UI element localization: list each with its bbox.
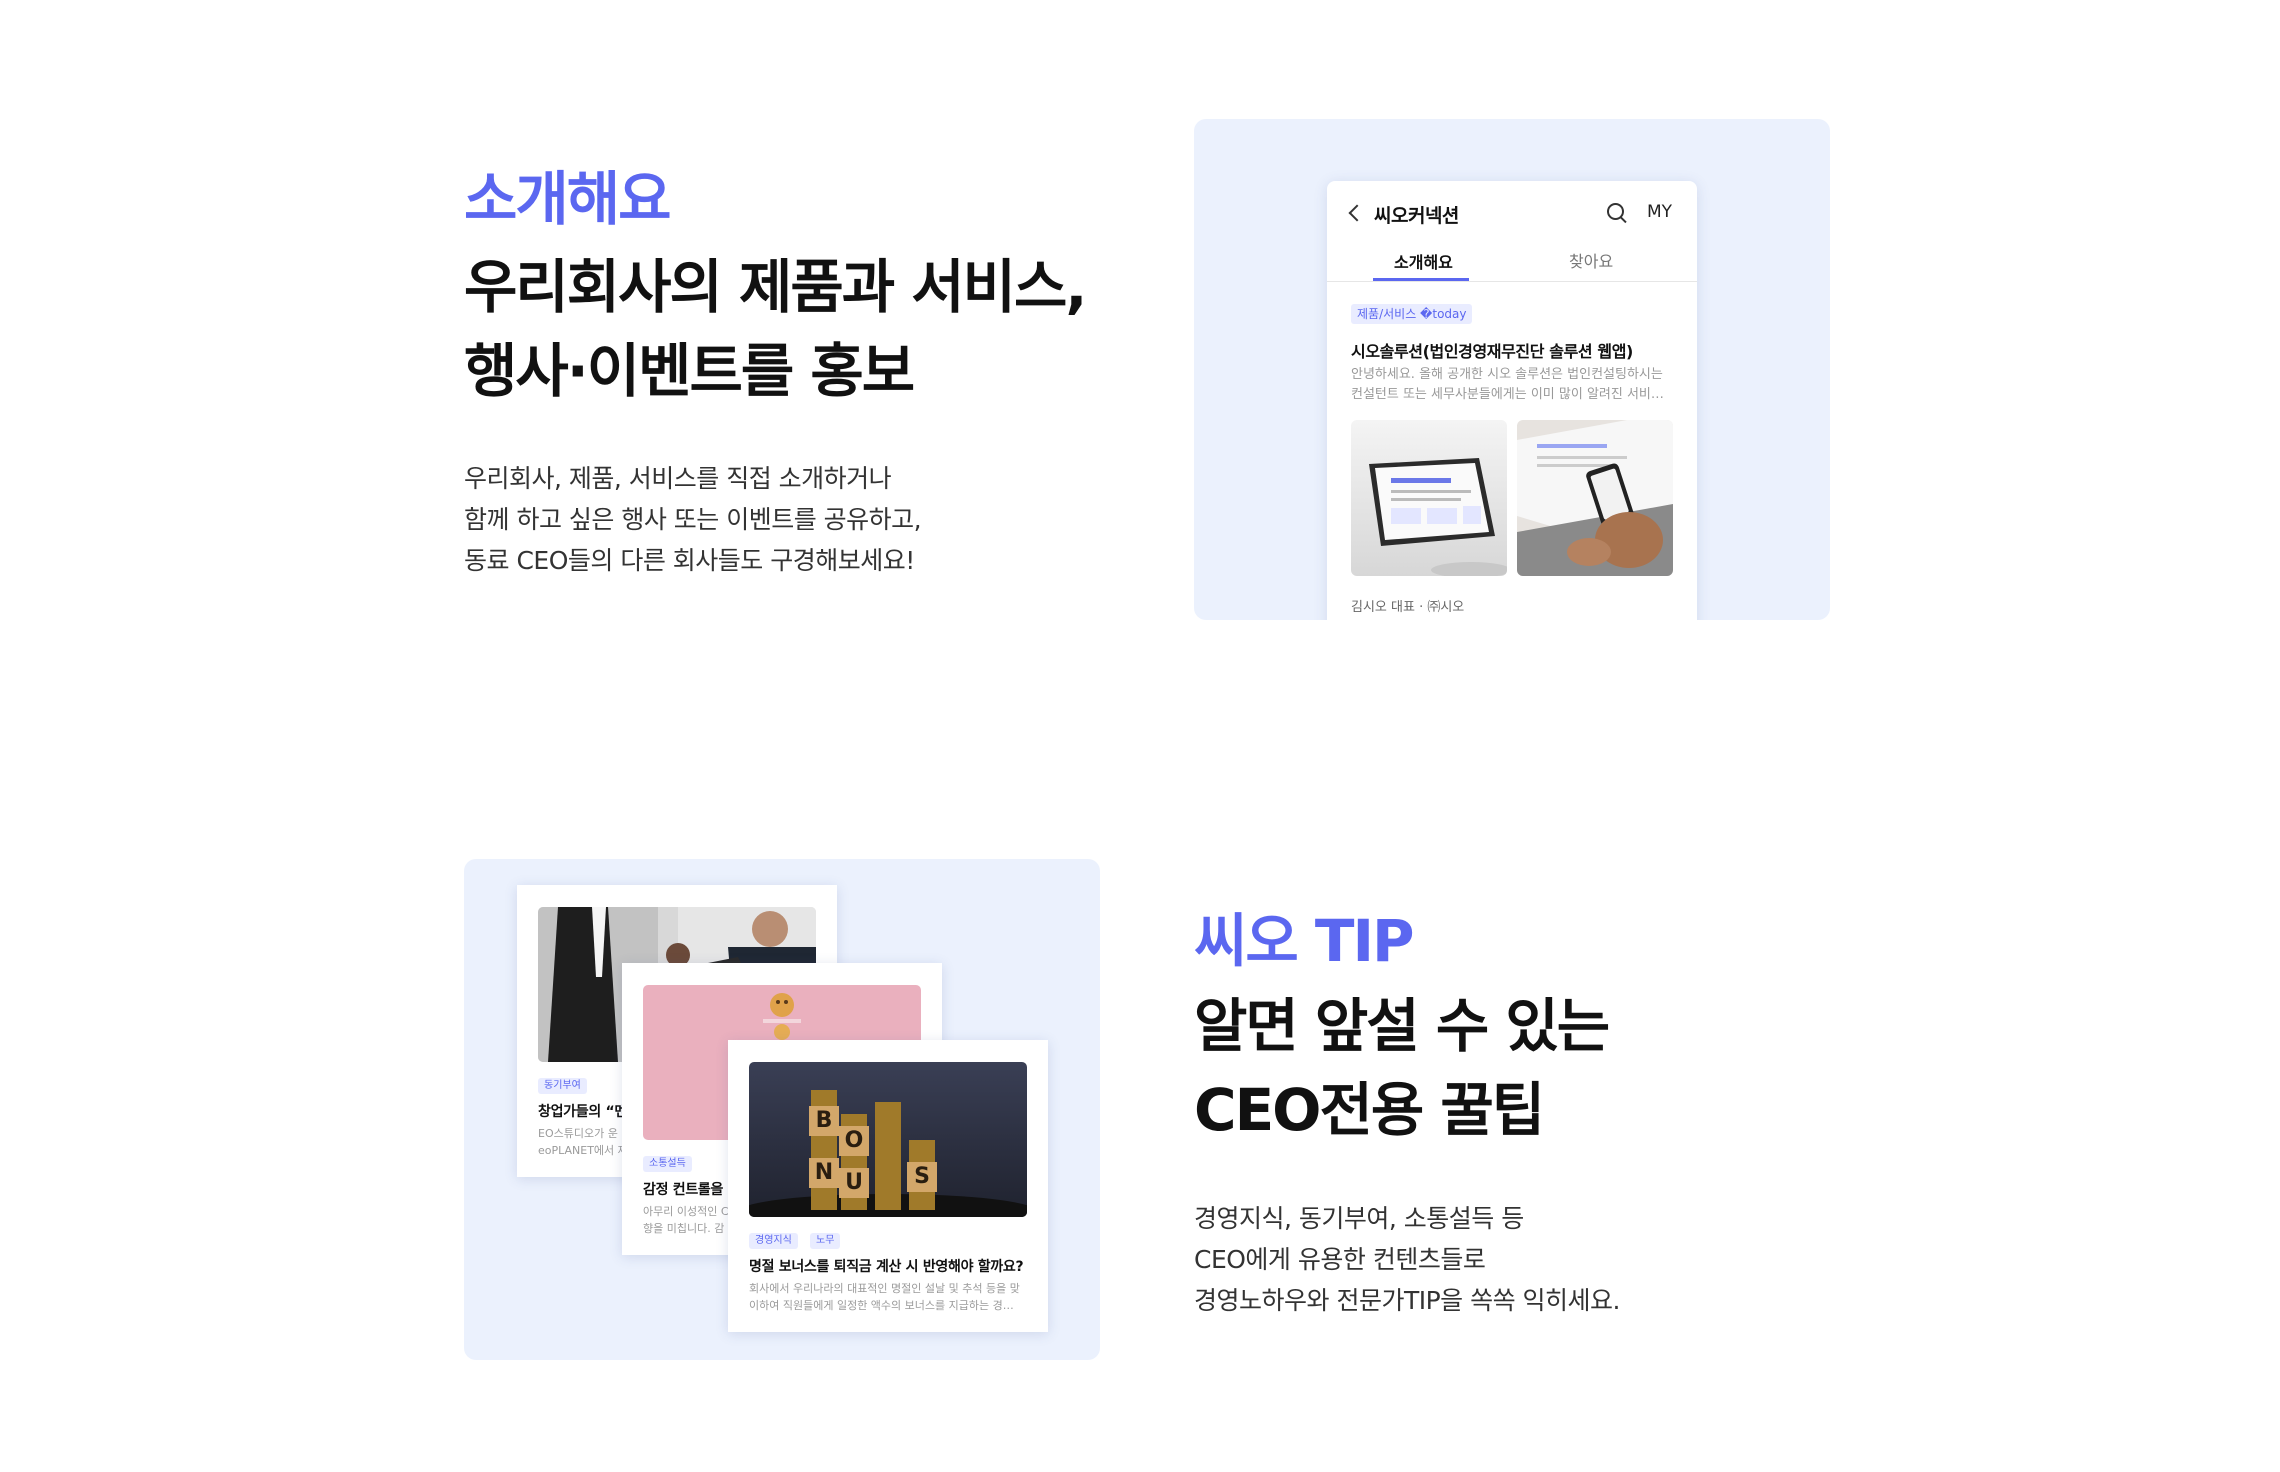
post-author: 김시오 대표 · ㈜시오 (1351, 600, 1465, 615)
tip-card-2-title: 감정 컨트롤을 위 (643, 1182, 741, 1198)
section2-headline-line1: 알면 앞설 수 있는 (1194, 992, 1610, 1060)
tip-card-1-excerpt-line1: EO스튜디오가 운 (538, 1127, 618, 1140)
tab-introduce[interactable]: 소개해요 (1394, 249, 1453, 273)
section2-description-line2: CEO에게 유용한 컨텐츠들로 (1194, 1245, 1486, 1274)
section2-description: 경영지식, 동기부여, 소통설득 등 CEO에게 유용한 컨텐츠들로 경영노하우… (1194, 1198, 1621, 1321)
bonus-letter-n: N (814, 1160, 834, 1185)
bonus-letter-o: O (844, 1128, 864, 1153)
section1-preview-panel: 씨오커넥션 MY 소개해요 찾아요 제품/서비스 �today 시오솔루션(법인… (1194, 119, 1830, 620)
section1-description-line1: 우리회사, 제품, 서비스를 직접 소개하거나 (464, 464, 892, 493)
tip-card-3-tag-2: 노무 (810, 1233, 841, 1249)
bonus-letter-u: U (845, 1170, 863, 1195)
section2-eyebrow: 씨오 TIP (1194, 907, 1415, 975)
my-button[interactable]: MY (1647, 202, 1672, 222)
bonus-letter-s: S (914, 1164, 930, 1189)
chevron-left-icon[interactable] (1348, 204, 1366, 222)
section1-headline-line1: 우리회사의 제품과 서비스, (464, 253, 1087, 321)
tab-divider (1327, 281, 1697, 282)
tip-card-3-image: B O N U S (749, 1062, 1027, 1217)
section2-description-line3: 경영노하우와 전문가TIP을 쏙쏙 익히세요. (1194, 1286, 1621, 1315)
tip-card-3-tag-1: 경영지식 (749, 1233, 798, 1249)
tip-card-3-title: 명절 보너스를 퇴직금 계산 시 반영해야 할까요? (749, 1259, 1024, 1275)
tip-card-3-excerpt-line2: 이하여 직원들에게 일정한 액수의 보너스를 지급하는 경… (749, 1299, 1014, 1312)
app-title: 씨오커넥션 (1374, 205, 1459, 227)
tip-card-3-excerpt-line1: 회사에서 우리나라의 대표적인 명절인 설날 및 추석 등을 맞 (749, 1282, 1020, 1295)
post-image-laptop (1517, 420, 1673, 576)
tip-card-2-tag: 소통설득 (643, 1156, 692, 1172)
tip-card-1-title: 창업가들의 “멘 (538, 1104, 627, 1120)
section2-headline: 알면 앞설 수 있는 CEO전용 꿀팁 (1194, 984, 1610, 1152)
post-excerpt: 안녕하세요. 올해 공개한 시오 솔루션은 법인컨설팅하시는 컨설턴트 또는 세… (1351, 365, 1667, 405)
post-excerpt-line1: 안녕하세요. 올해 공개한 시오 솔루션은 법인컨설팅하시는 (1351, 367, 1663, 382)
tip-card-1-excerpt-line2: eoPLANET에서 제 (538, 1144, 628, 1157)
bonus-letter-b: B (815, 1108, 833, 1133)
search-icon[interactable] (1607, 203, 1627, 223)
category-chip: 제품/서비스 �today (1351, 304, 1473, 324)
tip-card-3[interactable]: B O N U S 경영지식 노무 명절 보너스를 퇴직금 계산 시 반영해야 … (728, 1040, 1048, 1332)
app-mockup: 씨오커넥션 MY 소개해요 찾아요 제품/서비스 �today 시오솔루션(법인… (1327, 181, 1697, 620)
tip-card-2-excerpt-line2: 향을 미칩니다. 감 (643, 1222, 725, 1235)
tip-card-2-excerpt: 아무리 이성적인 C 향을 미칩니다. 감 (643, 1203, 729, 1237)
tip-card-2-excerpt-line1: 아무리 이성적인 C (643, 1205, 729, 1218)
section2-preview-panel: 동기부여 창업가들의 “멘 EO스튜디오가 운 eoPLANET에서 제 소통설… (464, 859, 1100, 1360)
section1-headline: 우리회사의 제품과 서비스, 행사·이벤트를 홍보 (464, 245, 1087, 413)
tab-looking-for[interactable]: 찾아요 (1569, 248, 1613, 272)
section1-description-line3: 동료 CEO들의 다른 회사들도 구경해보세요! (464, 546, 915, 575)
tip-card-3-excerpt: 회사에서 우리나라의 대표적인 명절인 설날 및 추석 등을 맞 이하여 직원들… (749, 1280, 1020, 1314)
tip-card-1-tag: 동기부여 (538, 1078, 587, 1094)
section1-description-line2: 함께 하고 싶은 행사 또는 이벤트를 공유하고, (464, 505, 922, 534)
section1-headline-line2: 행사·이벤트를 홍보 (464, 337, 915, 405)
section1-eyebrow: 소개해요 (464, 165, 671, 233)
section2-description-line1: 경영지식, 동기부여, 소통설득 등 (1194, 1204, 1524, 1233)
section1-description: 우리회사, 제품, 서비스를 직접 소개하거나 함께 하고 싶은 행사 또는 이… (464, 458, 922, 581)
post-image-tablet (1351, 420, 1507, 576)
section2-headline-line2: CEO전용 꿀팁 (1194, 1076, 1545, 1144)
post-title[interactable]: 시오솔루션(법인경영재무진단 솔루션 웹앱) (1351, 338, 1633, 362)
tip-card-1-excerpt: EO스튜디오가 운 eoPLANET에서 제 (538, 1125, 628, 1159)
post-excerpt-line2: 컨설턴트 또는 세무사분들에게는 이미 많이 알려진 서비스… (1351, 387, 1667, 402)
